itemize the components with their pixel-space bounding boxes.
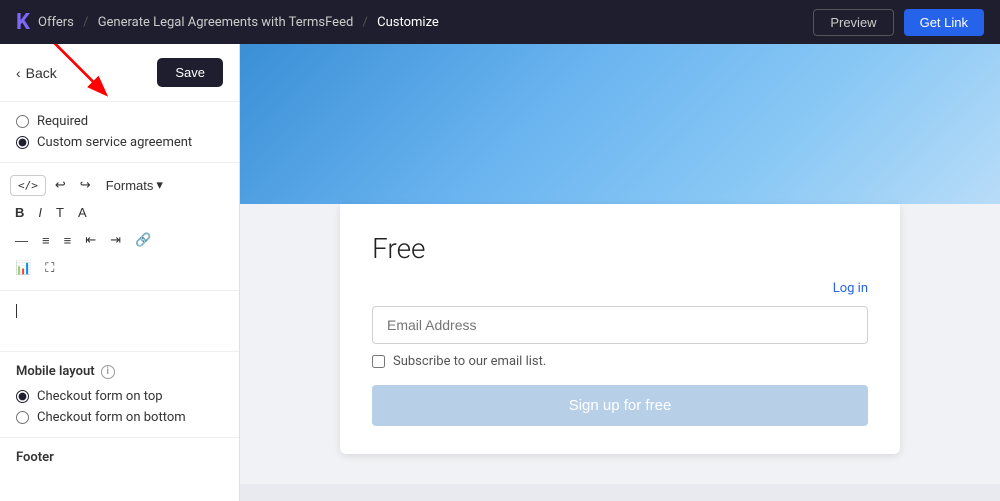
subscribe-checkbox[interactable]	[372, 355, 385, 368]
checkout-top-option[interactable]: Checkout form on top	[16, 389, 223, 404]
editor-cursor	[16, 304, 17, 318]
breadcrumb: Offers / Generate Legal Agreements with …	[38, 15, 439, 30]
custom-option[interactable]: Custom service agreement	[16, 135, 223, 150]
main-layout: ‹ Back Save Required Custom service agre…	[0, 44, 1000, 501]
footer-title: Footer	[16, 450, 223, 465]
toolbar-row-2: B I T A	[10, 201, 229, 224]
hr-button[interactable]: —	[10, 229, 33, 252]
agreement-options: Required Custom service agreement	[0, 102, 239, 163]
footer-section: Footer	[0, 437, 239, 487]
app-logo: K	[16, 10, 30, 35]
formats-button[interactable]: Formats ▾	[100, 174, 169, 196]
mobile-layout-section: Mobile layout i Checkout form on top Che…	[0, 351, 239, 437]
ordered-list-button[interactable]: ≡	[59, 229, 77, 252]
get-link-button[interactable]: Get Link	[904, 9, 984, 36]
expand-button[interactable]: ⛶	[40, 256, 59, 280]
checkout-bottom-option[interactable]: Checkout form on bottom	[16, 410, 223, 425]
plan-title: Free	[372, 232, 868, 265]
breadcrumb-sep1: /	[83, 15, 88, 30]
toolbar-row-4: 📊 ⛶	[10, 256, 229, 280]
undo-button[interactable]: ↩	[50, 173, 71, 197]
form-card: Free Log in Subscribe to our email list.…	[340, 204, 900, 454]
custom-radio[interactable]	[16, 136, 29, 149]
subscribe-label: Subscribe to our email list.	[393, 354, 546, 369]
toolbar-row-1: </> ↩ ↪ Formats ▾	[10, 173, 229, 197]
back-label: Back	[26, 65, 57, 81]
chart-button[interactable]: 📊	[10, 256, 36, 280]
preview-button[interactable]: Preview	[813, 9, 893, 36]
nav-right: Preview Get Link	[813, 9, 984, 36]
color-button[interactable]: A	[73, 201, 92, 224]
breadcrumb-agreements[interactable]: Generate Legal Agreements with TermsFeed	[98, 15, 354, 30]
top-navigation: K Offers / Generate Legal Agreements wit…	[0, 0, 1000, 44]
content-area: Free Log in Subscribe to our email list.…	[240, 44, 1000, 501]
editor-toolbar: </> ↩ ↪ Formats ▾ B I T A — ≡ ≡ ⇤ ⇥ 🔗	[0, 163, 239, 291]
info-icon[interactable]: i	[101, 365, 115, 379]
hero-banner	[240, 44, 1000, 204]
breadcrumb-sep2: /	[363, 15, 368, 30]
sidebar: ‹ Back Save Required Custom service agre…	[0, 44, 240, 501]
mobile-layout-title: Mobile layout i	[16, 364, 223, 379]
breadcrumb-customize: Customize	[377, 15, 439, 30]
toolbar-row-3: — ≡ ≡ ⇤ ⇥ 🔗	[10, 228, 229, 252]
log-in-link[interactable]: Log in	[372, 281, 868, 296]
sidebar-header: ‹ Back Save	[0, 44, 239, 102]
checkout-top-label: Checkout form on top	[37, 389, 163, 404]
custom-label: Custom service agreement	[37, 135, 192, 150]
save-button[interactable]: Save	[157, 58, 223, 87]
nav-left: K Offers / Generate Legal Agreements wit…	[16, 10, 439, 35]
redo-button[interactable]: ↪	[75, 173, 96, 197]
formats-label: Formats	[106, 178, 154, 193]
required-radio[interactable]	[16, 115, 29, 128]
signup-button[interactable]: Sign up for free	[372, 385, 868, 426]
checkout-bottom-radio[interactable]	[16, 411, 29, 424]
required-option[interactable]: Required	[16, 114, 223, 129]
indent-decrease-button[interactable]: ⇤	[80, 228, 101, 252]
unordered-list-button[interactable]: ≡	[37, 229, 55, 252]
mobile-layout-label: Mobile layout	[16, 364, 95, 379]
code-button[interactable]: </>	[10, 175, 46, 196]
checkout-top-radio[interactable]	[16, 390, 29, 403]
subscribe-row: Subscribe to our email list.	[372, 354, 868, 369]
bold-button[interactable]: B	[10, 201, 29, 224]
breadcrumb-offers[interactable]: Offers	[38, 15, 74, 30]
formats-chevron-icon: ▾	[156, 177, 163, 193]
required-label: Required	[37, 114, 88, 129]
editor-content[interactable]	[0, 291, 239, 351]
indent-increase-button[interactable]: ⇥	[105, 228, 126, 252]
link-button[interactable]: 🔗	[130, 228, 156, 252]
chevron-left-icon: ‹	[16, 65, 21, 81]
back-button[interactable]: ‹ Back	[16, 65, 57, 81]
email-input[interactable]	[372, 306, 868, 344]
heading-button[interactable]: T	[51, 201, 69, 224]
italic-button[interactable]: I	[33, 201, 47, 224]
checkout-bottom-label: Checkout form on bottom	[37, 410, 186, 425]
